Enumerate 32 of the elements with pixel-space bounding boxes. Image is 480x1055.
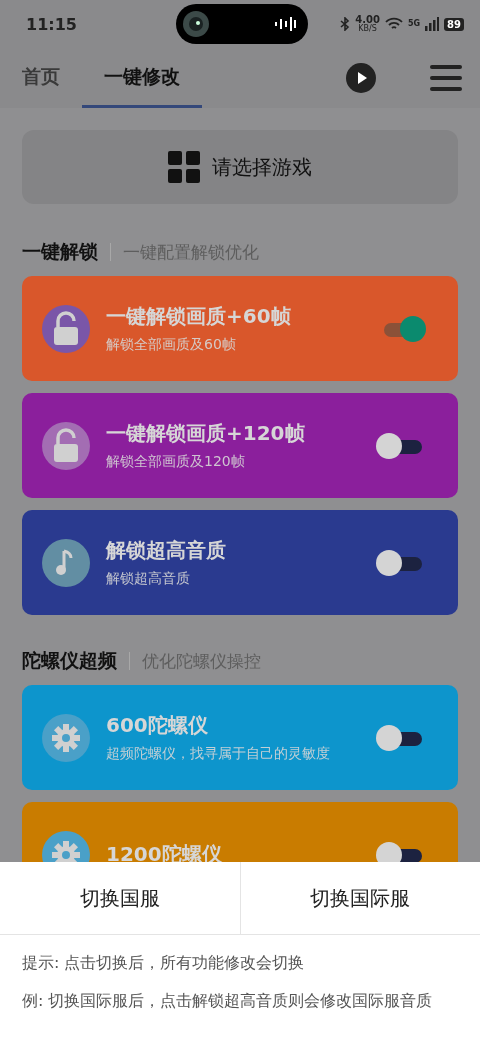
feature-title: 600陀螺仪 [106,712,209,739]
feature-description: 解锁超高音质 [106,570,191,588]
feature-title: 一键解锁画质+120帧 [106,420,306,447]
feature-title: 解锁超高音质 [106,537,227,564]
nav-tab[interactable]: 首页 [22,48,82,108]
grid-icon [168,151,200,183]
feature-title: 一键解锁画质+60帧 [106,303,292,330]
nav-tab[interactable]: 一键修改 [82,48,202,108]
music-note-icon [42,538,90,587]
net-speed: 4.00 [355,15,380,25]
camera-icon [182,10,210,38]
unlocked-padlock-icon [42,421,90,470]
feature-description: 超频陀螺仪，找寻属于自己的灵敏度 [106,745,331,763]
feature-description: 解锁全部画质及120帧 [106,453,246,471]
wifi-icon [384,17,403,31]
audio-wave-icon [274,16,296,32]
gear-icon [42,713,90,762]
status-time: 11:15 [26,14,78,34]
hint-text: 提示: 点击切换后，所有功能修改会切换 [22,953,306,973]
hint-text: 例: 切换国际服后，点击解锁超高音质则会修改国际服音质 [22,991,434,1011]
section-title: 一键解锁 [22,239,98,264]
bluetooth-icon [340,17,351,31]
signal-icon [425,17,440,31]
battery-level: 89 [444,17,464,31]
section-title: 陀螺仪超频 [22,648,117,673]
feature-description: 解锁全部画质及60帧 [106,336,237,354]
play-icon[interactable] [346,63,376,93]
network-type: 5G [407,20,421,28]
unlocked-padlock-icon [42,304,90,353]
net-unit: KB/S [358,25,377,33]
menu-icon[interactable] [430,64,462,92]
select-game-button[interactable]: 请选择游戏 [22,130,458,204]
